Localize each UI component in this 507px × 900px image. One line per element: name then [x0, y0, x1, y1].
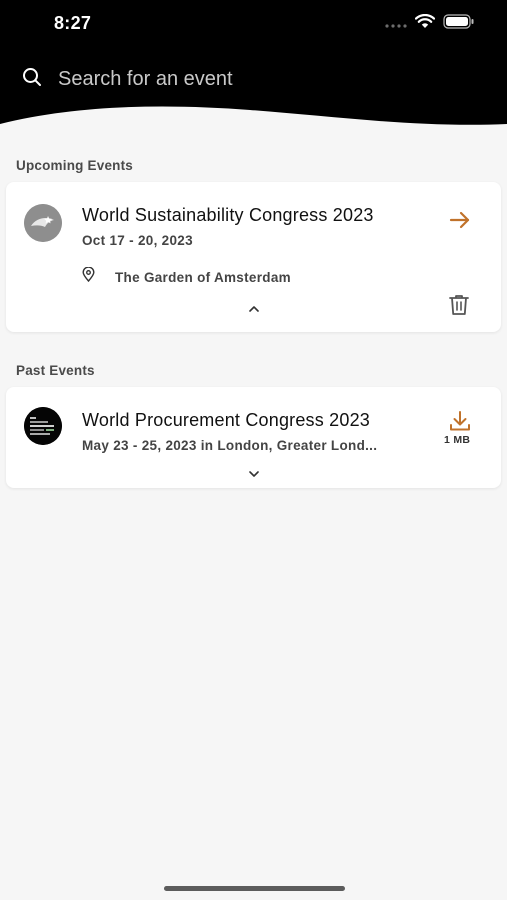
chevron-down-icon [249, 471, 259, 477]
download-icon [450, 411, 470, 431]
search-icon[interactable] [22, 67, 42, 92]
battery-icon [443, 14, 475, 34]
location-text: The Garden of Amsterdam [115, 269, 291, 285]
collapse-toggle[interactable] [244, 302, 264, 316]
event-title: World Procurement Congress 2023 [82, 410, 371, 430]
event-logo [24, 204, 62, 242]
trash-icon [449, 295, 469, 315]
upcoming-event-card[interactable]: World Sustainability Congress 2023 Oct 1… [6, 182, 501, 332]
app-header: 8:27 [0, 0, 507, 135]
search-input[interactable] [58, 68, 458, 91]
search-bar[interactable] [22, 67, 458, 92]
open-event-button[interactable] [448, 208, 472, 232]
event-date: Oct 17 - 20, 2023 [82, 233, 193, 248]
home-indicator [164, 886, 345, 891]
chevron-up-icon [249, 306, 259, 312]
signal-icon [385, 15, 407, 33]
status-time: 8:27 [54, 13, 92, 33]
arrow-right-icon [449, 211, 470, 229]
event-location: The Garden of Amsterdam [82, 266, 291, 287]
past-events-heading: Past Events [16, 363, 95, 378]
download-button[interactable] [446, 408, 474, 434]
status-icons [385, 13, 475, 34]
event-date: May 23 - 25, 2023 in London, Greater Lon… [82, 438, 378, 453]
location-pin-icon [82, 266, 95, 287]
event-logo [24, 407, 62, 445]
expand-toggle[interactable] [244, 467, 264, 481]
delete-event-button[interactable] [446, 292, 472, 318]
past-event-card[interactable]: World Procurement Congress 2023 May 23 -… [6, 387, 501, 488]
download-size: 1 MB [444, 434, 471, 446]
wifi-icon [414, 13, 436, 34]
event-title: World Sustainability Congress 2023 [82, 205, 374, 225]
upcoming-events-heading: Upcoming Events [16, 158, 134, 173]
